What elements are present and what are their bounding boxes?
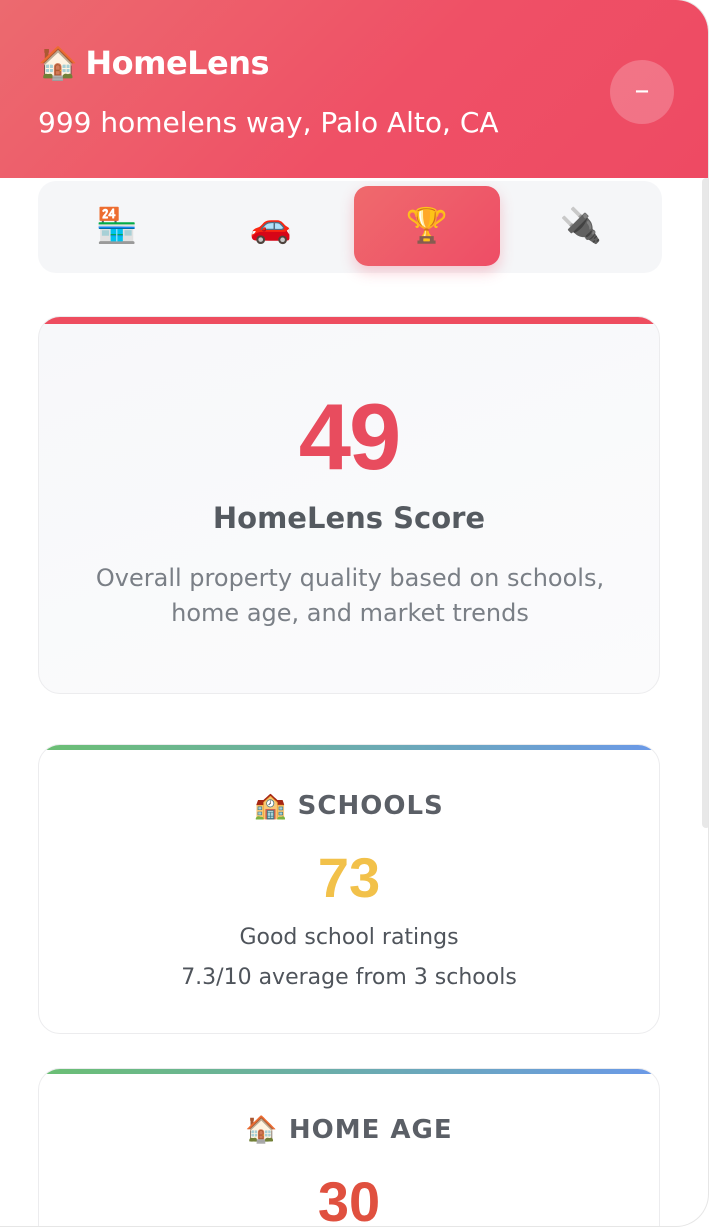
- property-address: 999 homelens way, Palo Alto, CA: [38, 106, 499, 139]
- homelens-panel: 🏠 HomeLens 999 homelens way, Palo Alto, …: [0, 0, 708, 1226]
- score-card-accent-bar: [39, 317, 659, 324]
- brand-name: HomeLens: [85, 44, 270, 82]
- house-icon: 🏠: [38, 44, 78, 82]
- collapse-button[interactable]: –: [610, 60, 674, 124]
- homelens-score-description: Overall property quality based on school…: [95, 564, 605, 627]
- tab-convenience[interactable]: 🏪: [44, 186, 190, 266]
- schools-title: 🏫 SCHOOLS: [39, 791, 659, 821]
- electric-plug-icon: 🔌: [559, 206, 603, 246]
- schools-title-text: SCHOOLS: [297, 791, 444, 821]
- homelens-score-card: 49 HomeLens Score Overall property quali…: [38, 316, 660, 694]
- schools-card: 🏫 SCHOOLS 73 Good school ratings 7.3/10 …: [38, 744, 660, 1034]
- tab-commute[interactable]: 🚗: [198, 186, 344, 266]
- trophy-icon: 🏆: [405, 206, 449, 246]
- home-age-card: 🏠 HOME AGE 30: [38, 1068, 660, 1226]
- brand: 🏠 HomeLens: [38, 44, 270, 82]
- schools-score-value: 73: [317, 846, 381, 909]
- school-icon: 🏫: [254, 791, 288, 821]
- tab-score[interactable]: 🏆: [354, 186, 500, 266]
- category-tabs: 🏪 🚗 🏆 🔌: [38, 181, 662, 273]
- convenience-store-icon: 🏪: [95, 206, 139, 246]
- scrollbar[interactable]: [702, 178, 708, 828]
- car-icon: 🚗: [249, 206, 293, 246]
- home-age-score-value: 30: [317, 1170, 381, 1226]
- tab-utilities[interactable]: 🔌: [508, 186, 654, 266]
- schools-rating-text: Good school ratings: [239, 925, 459, 950]
- home-age-title: 🏠 HOME AGE: [39, 1115, 659, 1145]
- schools-card-accent-bar: [39, 745, 659, 750]
- header: 🏠 HomeLens 999 homelens way, Palo Alto, …: [0, 0, 708, 178]
- homelens-score-value: 49: [298, 384, 402, 489]
- home-age-card-accent-bar: [39, 1069, 659, 1074]
- schools-average-text: 7.3/10 average from 3 schools: [181, 965, 517, 990]
- home-age-title-text: HOME AGE: [288, 1115, 453, 1145]
- house-icon: 🏠: [245, 1115, 279, 1145]
- homelens-score-label: HomeLens Score: [212, 501, 486, 535]
